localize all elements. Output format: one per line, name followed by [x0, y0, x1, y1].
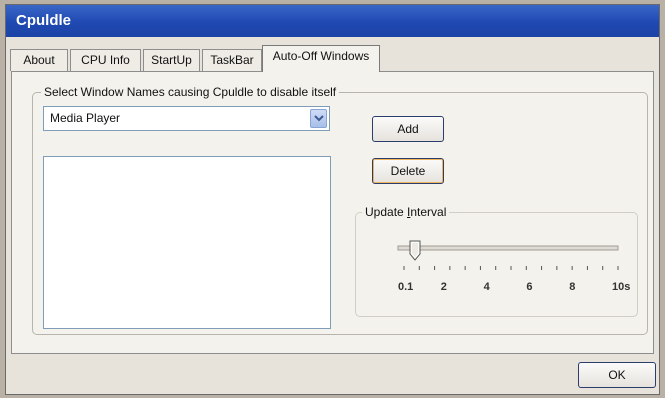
slider-track	[397, 245, 619, 251]
ok-button[interactable]: OK	[578, 362, 656, 388]
tab-about[interactable]: About	[10, 49, 68, 71]
slider-tick-label: 0.1	[398, 281, 414, 293]
combo-selected-value: Media Player	[50, 111, 121, 125]
chevron-down-icon	[314, 115, 324, 122]
tab-taskbar[interactable]: TaskBar	[202, 49, 262, 71]
window-name-combobox[interactable]: Media Player	[43, 106, 330, 131]
tab-auto-off-windows[interactable]: Auto-Off Windows	[262, 45, 380, 72]
slider-tick-label: 8	[569, 281, 576, 293]
slider-tick-label: 2	[440, 281, 447, 293]
update-interval-slider[interactable]: 0.1 2 4 6 8 10s	[360, 212, 638, 318]
slider-tick-label: 6	[526, 281, 533, 293]
window-names-list[interactable]	[43, 156, 331, 329]
tab-cpu-info[interactable]: CPU Info	[70, 49, 141, 71]
slider-tick-label: 10s	[612, 281, 631, 293]
add-button[interactable]: Add	[372, 116, 444, 142]
delete-button[interactable]: Delete	[372, 158, 444, 184]
window-names-group-label: Select Window Names causing Cpuldle to d…	[41, 85, 340, 99]
window-title: Cpuldle	[16, 12, 71, 29]
title-bar[interactable]: Cpuldle	[6, 5, 659, 37]
slider-tick-label: 4	[483, 281, 490, 293]
combo-dropdown-button[interactable]	[310, 109, 327, 128]
tab-startup[interactable]: StartUp	[143, 49, 200, 71]
slider-thumb[interactable]	[409, 240, 421, 262]
